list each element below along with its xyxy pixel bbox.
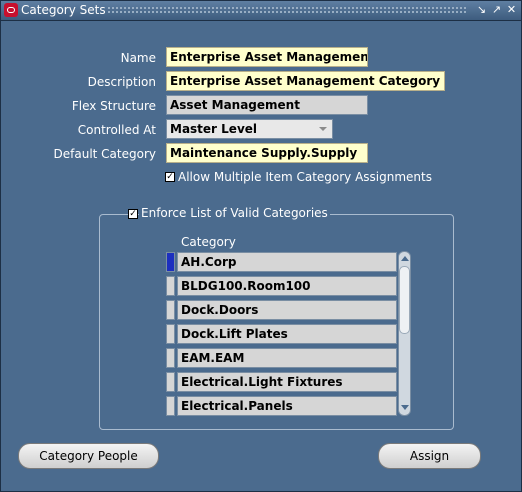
row-indicator[interactable] xyxy=(166,396,175,416)
row-indicator[interactable] xyxy=(166,348,175,368)
category-cell[interactable]: Dock.Lift Plates xyxy=(177,324,397,344)
allow-multiple-label: Allow Multiple Item Category Assignments xyxy=(178,170,432,184)
oracle-icon xyxy=(4,3,18,17)
title-grip xyxy=(107,6,467,15)
name-field[interactable]: Enterprise Asset Management xyxy=(166,47,368,67)
enforce-list-checkbox[interactable]: ✓ xyxy=(128,209,138,219)
category-column-header: Category xyxy=(181,235,236,249)
default-category-label: Default Category xyxy=(53,147,156,161)
maximize-icon[interactable]: ↗ xyxy=(490,3,503,17)
category-sets-window: Category Sets ↘ ↗ ✕ Name Enterprise Asse… xyxy=(0,0,522,492)
controlled-at-label: Controlled At xyxy=(77,123,156,137)
category-cell[interactable]: Electrical.Light Fixtures xyxy=(177,372,397,392)
name-label: Name xyxy=(120,51,156,65)
flex-structure-field[interactable]: Asset Management xyxy=(166,95,368,115)
default-category-field[interactable]: Maintenance Supply.Supply xyxy=(166,143,368,163)
category-cell[interactable]: Dock.Doors xyxy=(177,300,397,320)
row-indicator[interactable] xyxy=(166,276,175,296)
category-cell[interactable]: Electrical.Panels xyxy=(177,396,397,416)
row-indicator[interactable] xyxy=(166,372,175,392)
row-indicator[interactable] xyxy=(166,252,175,272)
enforce-list-label: Enforce List of Valid Categories xyxy=(139,206,330,220)
allow-multiple-checkbox[interactable]: ✓ xyxy=(165,172,175,182)
category-people-button[interactable]: Category People xyxy=(18,443,159,469)
chevron-down-icon[interactable] xyxy=(319,127,327,131)
category-cell[interactable]: EAM.EAM xyxy=(177,348,397,368)
controlled-at-value: Master Level xyxy=(170,122,258,136)
title-bar[interactable]: Category Sets ↘ ↗ ✕ xyxy=(1,1,521,21)
scroll-up-icon[interactable] xyxy=(400,253,409,265)
scroll-down-icon[interactable] xyxy=(400,402,409,414)
controlled-at-select[interactable]: Master Level xyxy=(166,119,333,139)
category-scrollbar[interactable] xyxy=(398,251,411,416)
description-label: Description xyxy=(87,75,156,89)
close-icon[interactable]: ✕ xyxy=(505,3,518,17)
assign-button[interactable]: Assign xyxy=(378,443,481,469)
flex-structure-label: Flex Structure xyxy=(71,99,156,113)
category-cell[interactable]: BLDG100.Room100 xyxy=(177,276,397,296)
row-indicator[interactable] xyxy=(166,300,175,320)
scroll-thumb[interactable] xyxy=(399,266,410,334)
window-title: Category Sets xyxy=(21,3,106,17)
row-indicator[interactable] xyxy=(166,324,175,344)
category-cell[interactable]: AH.Corp xyxy=(177,252,397,272)
description-field[interactable]: Enterprise Asset Management Category Set xyxy=(166,71,445,91)
minimize-icon[interactable]: ↘ xyxy=(475,3,488,17)
